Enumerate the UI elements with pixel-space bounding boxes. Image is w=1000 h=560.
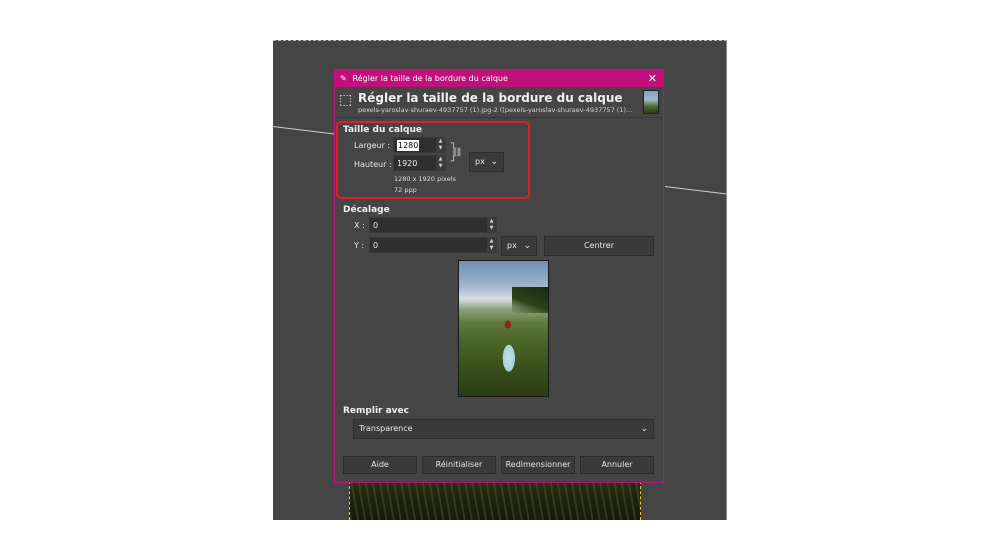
preview-trees: [512, 287, 548, 313]
fill-label: Remplir avec: [343, 406, 409, 416]
gimp-icon: ✎: [340, 74, 347, 83]
cancel-button[interactable]: Annuler: [580, 456, 654, 474]
canvas-boundary: [273, 40, 727, 41]
close-icon[interactable]: ✕: [648, 70, 657, 87]
chevron-down-icon: ⌄: [523, 241, 531, 251]
y-offset-value: 0: [373, 241, 379, 250]
header-title: Régler la taille de la bordure du calque: [358, 91, 623, 105]
offset-label: Décalage: [343, 205, 390, 215]
reset-button[interactable]: Réinitialiser: [422, 456, 496, 474]
canvas-edge: [726, 40, 727, 520]
help-button[interactable]: Aide: [343, 456, 417, 474]
layer-image-preview: [349, 481, 641, 520]
fill-select[interactable]: Transparence ⌄: [353, 419, 654, 439]
dialog-header: ⬚ Régler la taille de la bordure du calq…: [335, 88, 663, 118]
offset-unit-value: px: [507, 241, 517, 250]
guide-line-left: [273, 126, 335, 135]
layer-preview-image[interactable]: [458, 260, 549, 397]
x-offset-value: 0: [373, 221, 379, 230]
x-label: X :: [354, 221, 365, 230]
offset-unit-select[interactable]: px ⌄: [501, 236, 537, 256]
center-button[interactable]: Centrer: [544, 236, 654, 256]
resize-button[interactable]: Redimensionner: [501, 456, 575, 474]
y-offset-stepper[interactable]: ▲ ▼: [487, 238, 496, 252]
y-offset-input[interactable]: 0 ▲ ▼: [369, 237, 497, 253]
x-offset-stepper[interactable]: ▲ ▼: [487, 218, 496, 232]
image-thumbnail: [643, 90, 659, 114]
layer-resize-icon: ⬚: [339, 92, 353, 108]
highlight-box: [336, 121, 530, 199]
dialog-title: Régler la taille de la bordure du calque: [352, 74, 508, 83]
chevron-down-icon: ⌄: [640, 424, 648, 434]
guide-line-right: [664, 186, 727, 195]
y-label: Y :: [354, 241, 365, 250]
fill-value: Transparence: [359, 424, 413, 433]
x-offset-input[interactable]: 0 ▲ ▼: [369, 217, 497, 233]
dialog-titlebar[interactable]: ✎ Régler la taille de la bordure du calq…: [335, 70, 663, 87]
header-subtitle: pexels-yaroslav-shuraev-4937757 (1).jpg-…: [358, 106, 633, 114]
